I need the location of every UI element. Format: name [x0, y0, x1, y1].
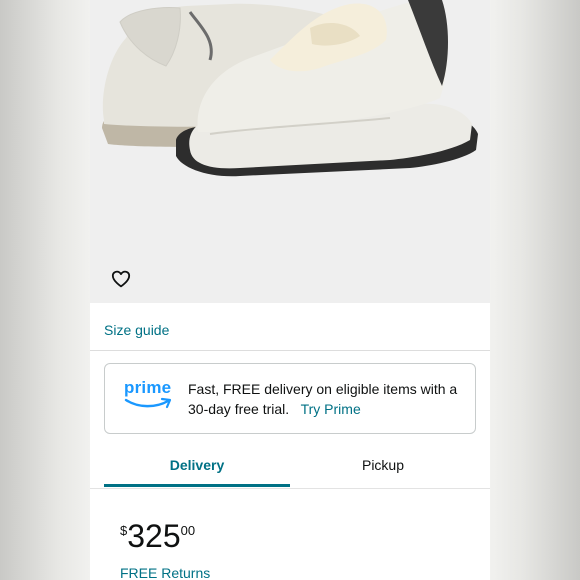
sneaker-illustration	[102, 0, 478, 177]
price-whole: 325	[127, 518, 181, 554]
prime-logo: prime	[124, 378, 174, 412]
product-page: Size guide prime Fast, FREE delivery on …	[90, 0, 490, 580]
product-image[interactable]	[90, 0, 490, 303]
divider	[90, 350, 490, 351]
fulfillment-tabs: Delivery Pickup	[104, 448, 476, 488]
prime-banner[interactable]: prime Fast, FREE delivery on eligible it…	[104, 363, 476, 434]
favorite-heart-icon[interactable]	[111, 270, 137, 296]
try-prime-link[interactable]: Try Prime	[301, 401, 361, 417]
price-currency-symbol: $	[120, 523, 128, 538]
tab-delivery[interactable]: Delivery	[104, 448, 290, 488]
prime-message: Fast, FREE delivery on eligible items wi…	[188, 379, 468, 419]
price-fraction: 00	[180, 523, 196, 538]
size-guide-link[interactable]: Size guide	[104, 322, 169, 338]
free-returns-link[interactable]: FREE Returns	[120, 565, 210, 580]
prime-smile-icon	[124, 397, 172, 409]
tabs-divider	[90, 488, 490, 489]
tab-pickup[interactable]: Pickup	[290, 448, 476, 488]
price: $ 325 00	[120, 518, 195, 554]
prime-logo-text: prime	[124, 378, 172, 397]
